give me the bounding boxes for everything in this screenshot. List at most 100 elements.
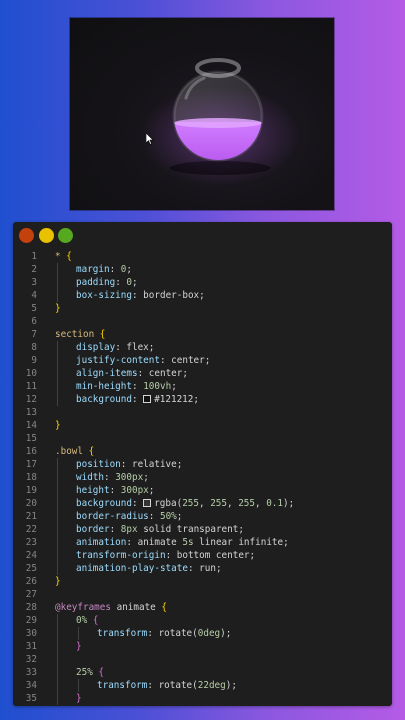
code-token: :	[109, 264, 121, 275]
code-token: ;	[148, 485, 155, 496]
code-line: 34 transform: rotate(22deg);	[13, 679, 392, 692]
code-line: 7 section {	[13, 328, 392, 341]
code-token: ;	[126, 264, 133, 275]
line-number: 12	[25, 394, 37, 405]
line-number: 9	[31, 355, 37, 366]
code-token: *	[55, 251, 67, 262]
animation-preview	[70, 18, 334, 210]
code-line: 31}	[13, 640, 392, 653]
indent-guide	[57, 263, 58, 276]
code-text: section {	[55, 328, 105, 341]
line-number: 7	[31, 329, 37, 340]
code-token: animation	[76, 537, 127, 548]
line-number: 4	[31, 290, 37, 301]
code-token: : relative;	[120, 459, 183, 470]
line-number: 18	[25, 472, 37, 483]
code-token: padding	[76, 277, 116, 288]
indent-guide	[57, 367, 58, 380]
line-number: 10	[25, 368, 37, 379]
code-line: 27	[13, 588, 392, 601]
code-token: : flex;	[115, 342, 155, 353]
code-token: : border-box;	[131, 290, 205, 301]
line-number: 35	[25, 693, 37, 704]
maximize-window-button[interactable]	[58, 228, 73, 243]
line-number: 17	[25, 459, 37, 470]
code-token: 255	[238, 498, 255, 509]
code-token: box-sizing	[76, 290, 132, 301]
line-number: 28	[25, 602, 37, 613]
minimize-window-button[interactable]	[39, 228, 54, 243]
line-number: 27	[25, 589, 37, 600]
code-line: 2 margin: 0;	[13, 263, 392, 276]
code-token: );	[225, 680, 237, 691]
line-number: 8	[31, 342, 37, 353]
code-line: 12 background: #121212;	[13, 393, 392, 406]
code-text: align-items: center;	[76, 367, 188, 380]
line-number: 25	[25, 563, 37, 574]
code-text: }	[76, 640, 82, 653]
line-number: 22	[25, 524, 37, 535]
code-token: align-items	[76, 368, 138, 379]
code-token: 100vh	[143, 381, 172, 392]
indent-guide	[78, 627, 79, 640]
code-token: 5s	[182, 537, 194, 548]
code-line: 9 justify-content: center;	[13, 354, 392, 367]
code-token: 300px	[120, 485, 149, 496]
code-line: 21 border-radius: 50%;	[13, 510, 392, 523]
code-line: 13	[13, 406, 392, 419]
code-line: 33 25% {	[13, 666, 392, 679]
code-line: 25 animation-play-state: run;	[13, 562, 392, 575]
code-text: background: #121212;	[76, 393, 199, 406]
code-token: : center;	[137, 368, 188, 379]
code-token: 0.1	[266, 498, 283, 509]
code-token: :	[104, 472, 116, 483]
line-number: 5	[31, 303, 37, 314]
code-line: 10 align-items: center;	[13, 367, 392, 380]
code-text: }	[55, 575, 61, 588]
color-swatch-icon[interactable]	[143, 499, 152, 507]
line-number: 15	[25, 433, 37, 444]
code-token: {	[66, 251, 72, 262]
line-number: 24	[25, 550, 37, 561]
code-text: 25% {	[76, 666, 104, 679]
indent-guide	[57, 640, 58, 653]
code-line: 6	[13, 315, 392, 328]
code-text: height: 300px;	[76, 484, 154, 497]
code-text: .bowl {	[55, 445, 94, 458]
code-token: rgba(	[154, 498, 183, 509]
close-window-button[interactable]	[19, 228, 34, 243]
code-text: * {	[55, 250, 72, 263]
code-token: : bottom center;	[165, 550, 256, 561]
editor-titlebar	[13, 222, 392, 248]
line-number: 23	[25, 537, 37, 548]
code-token: : rotate(	[147, 680, 198, 691]
code-text: min-height: 100vh;	[76, 380, 177, 393]
bowl-shadow	[170, 161, 270, 175]
code-text: display: flex;	[76, 341, 154, 354]
indent-guide	[78, 679, 79, 692]
code-text: }	[55, 302, 61, 315]
code-token: :	[131, 394, 144, 405]
indent-guide	[57, 289, 58, 302]
code-token: transform	[97, 680, 148, 691]
code-token: );	[282, 498, 295, 509]
code-line: 24 transform-origin: bottom center;	[13, 549, 392, 562]
line-number: 30	[25, 628, 37, 639]
code-line: 29 0% {	[13, 614, 392, 627]
code-token: 0%	[76, 615, 88, 626]
code-line: 4 box-sizing: border-box;	[13, 289, 392, 302]
line-number: 26	[25, 576, 37, 587]
code-token: : animate	[126, 537, 183, 548]
indent-guide	[57, 354, 58, 367]
code-content[interactable]: 1 * {2 margin: 0; 3 padding: 0; 4 box-sizing: …	[13, 250, 392, 705]
code-line: 20 background: rgba(255, 255, 255, 0.1);	[13, 497, 392, 510]
color-swatch-icon[interactable]	[143, 395, 152, 403]
code-token: :	[115, 277, 127, 288]
code-token: #121212;	[154, 394, 199, 405]
code-token: border	[76, 524, 110, 535]
indent-guide	[57, 523, 58, 536]
code-token: 8px	[120, 524, 138, 535]
code-line: 5}	[13, 302, 392, 315]
indent-guide	[57, 653, 58, 666]
code-token: .bowl	[55, 446, 89, 457]
